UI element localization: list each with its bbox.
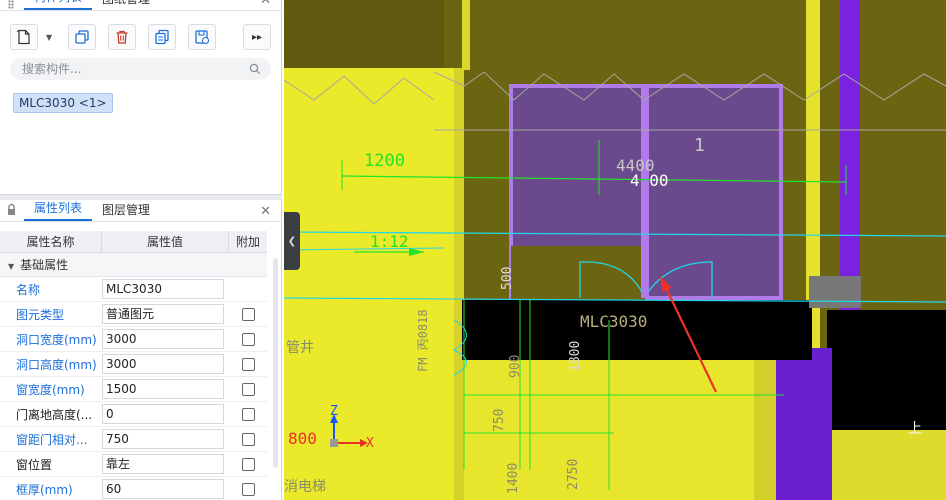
property-value-input[interactable]: 3000 <box>102 329 224 349</box>
chevron-left-icon: ❮ <box>287 235 297 247</box>
extra-checkbox[interactable] <box>241 407 255 421</box>
dimension-label: 750 <box>492 408 507 432</box>
component-list-panel: 构件列表 图纸管理 ✕ ▼ <box>0 0 282 195</box>
property-table-header: 属性名称 属性值 附加 <box>0 231 267 253</box>
close-icon[interactable]: ✕ <box>260 204 271 219</box>
property-scrollbar[interactable] <box>273 258 278 468</box>
property-value-input[interactable]: 靠左 <box>102 454 224 474</box>
table-row: 窗位置 靠左 <box>0 452 267 477</box>
axis-z-label: Z <box>330 404 338 419</box>
table-row: 窗距门相对... 750 <box>0 427 267 452</box>
extra-checkbox[interactable] <box>241 482 255 496</box>
layers-copy-icon <box>155 29 169 45</box>
app-root: 构件列表 图纸管理 ✕ ▼ <box>0 0 946 500</box>
copy-icon <box>75 30 89 44</box>
property-table: 属性名称 属性值 附加 ▼ 基础属性 名称 MLC3030 图元类型 普通图元 洞… <box>0 231 267 500</box>
dimension-label: 800 <box>288 429 317 448</box>
extra-checkbox[interactable] <box>241 357 255 371</box>
property-name: 图元类型 <box>16 307 65 322</box>
table-row: 窗宽度(mm) 1500 <box>0 377 267 402</box>
property-group-basic[interactable]: ▼ 基础属性 <box>0 253 267 277</box>
property-name: 门离地高度(... <box>16 407 93 422</box>
lock-icon[interactable] <box>7 203 16 217</box>
column-header-extra: 附加 <box>235 235 260 249</box>
axis-x-label: X <box>366 436 374 451</box>
dimension-label: 1 <box>694 135 705 156</box>
import-component-button[interactable] <box>188 24 216 50</box>
component-panel-tabbar: 构件列表 图纸管理 ✕ <box>0 0 281 11</box>
delete-component-button[interactable] <box>108 24 136 50</box>
dimension-label: 500 <box>500 266 515 290</box>
drawing-canvas[interactable]: 1200 4400 4 00 1 1:12 500 MLC3030 1800 9… <box>284 0 946 500</box>
property-name: 名称 <box>16 282 41 297</box>
drag-grip-icon[interactable] <box>8 0 14 9</box>
slope-label: 1:12 <box>370 232 409 251</box>
copy-component-button[interactable] <box>68 24 96 50</box>
collapse-panel-button[interactable]: ❮ <box>284 212 300 270</box>
stair-label: 上 <box>908 421 922 437</box>
search-icon[interactable] <box>249 63 261 75</box>
room-label: 消电梯 <box>284 479 326 495</box>
table-row: 门离地高度(... 0 <box>0 402 267 427</box>
room-label: 管井 <box>286 340 314 356</box>
property-name: 窗距门相对... <box>16 432 88 447</box>
dimension-label: 1800 <box>568 340 583 372</box>
property-name: 洞口高度(mm) <box>16 357 97 372</box>
column-header-name: 属性名称 <box>0 231 102 252</box>
property-value-input[interactable]: 普通图元 <box>102 304 224 324</box>
new-file-icon <box>16 29 30 45</box>
component-search <box>10 58 271 80</box>
component-toolbar: ▼ ▸▸ <box>10 24 271 50</box>
more-tools-button[interactable]: ▸▸ <box>243 24 271 50</box>
property-value-input[interactable]: 750 <box>102 429 224 449</box>
property-panel-tabbar: 属性列表 图层管理 ✕ <box>0 200 281 222</box>
component-list-item[interactable]: MLC3030 <1> <box>13 93 113 113</box>
door-type-label: FM 丙0818 <box>416 309 430 372</box>
property-value-input[interactable]: 60 <box>102 479 224 499</box>
property-group-label: 基础属性 <box>20 258 69 272</box>
search-input[interactable] <box>10 58 271 80</box>
extra-checkbox[interactable] <box>241 457 255 471</box>
dimension-label: 900 <box>508 354 523 378</box>
table-row: 框厚(mm) 60 <box>0 477 267 500</box>
property-value-input[interactable]: 0 <box>102 404 224 424</box>
dimension-label: 1200 <box>364 151 405 171</box>
extra-checkbox[interactable] <box>241 432 255 446</box>
extra-checkbox[interactable] <box>241 382 255 396</box>
table-row: 名称 MLC3030 <box>0 277 267 302</box>
property-value-input[interactable]: 3000 <box>102 354 224 374</box>
table-row: 图元类型 普通图元 <box>0 302 267 327</box>
extra-checkbox[interactable] <box>241 307 255 321</box>
property-value-input[interactable]: MLC3030 <box>102 279 224 299</box>
tab-layer-management[interactable]: 图层管理 <box>92 201 160 221</box>
property-name: 洞口宽度(mm) <box>16 332 97 347</box>
dimension-label: 2750 <box>566 458 581 490</box>
tab-component-list[interactable]: 构件列表 <box>24 0 93 10</box>
property-name: 窗位置 <box>16 457 53 472</box>
new-component-button[interactable] <box>10 24 38 50</box>
tab-property-list[interactable]: 属性列表 <box>24 199 93 221</box>
trash-icon <box>116 30 128 44</box>
duplicate-to-floor-button[interactable] <box>148 24 176 50</box>
chevron-down-icon[interactable]: ▼ <box>46 33 52 42</box>
close-icon[interactable]: ✕ <box>260 0 271 8</box>
door-label[interactable]: MLC3030 <box>580 312 647 331</box>
chevron-down-icon[interactable]: ▼ <box>8 262 14 271</box>
import-icon <box>195 30 210 45</box>
tab-drawing-management[interactable]: 图纸管理 <box>92 0 160 10</box>
extra-checkbox[interactable] <box>241 332 255 346</box>
table-row: 洞口宽度(mm) 3000 <box>0 327 267 352</box>
table-row: 洞口高度(mm) 3000 <box>0 352 267 377</box>
property-name: 窗宽度(mm) <box>16 382 85 397</box>
column-header-value: 属性值 <box>102 231 229 252</box>
property-panel: 属性列表 图层管理 ✕ 属性名称 属性值 附加 ▼ 基础属性 名称 MLC3030… <box>0 200 282 500</box>
dimension-label: 4 00 <box>630 171 669 190</box>
property-name: 框厚(mm) <box>16 482 73 497</box>
dimension-label: 1400 <box>506 462 521 494</box>
property-value-input[interactable]: 1500 <box>102 379 224 399</box>
